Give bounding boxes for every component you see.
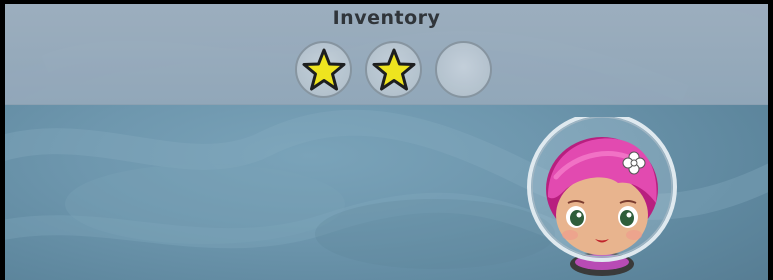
inventory-title: Inventory — [332, 7, 441, 29]
inventory-slot-2[interactable] — [365, 41, 422, 98]
inventory-panel: Inventory — [5, 4, 768, 105]
inventory-slots — [295, 41, 495, 103]
inventory-slot-3-empty[interactable] — [435, 41, 492, 98]
inventory-slot-1[interactable] — [295, 41, 352, 98]
astronaut-girl-avatar[interactable] — [526, 117, 678, 280]
star-icon — [372, 48, 416, 91]
star-icon — [302, 48, 346, 91]
game-stage[interactable]: Inventory — [5, 4, 768, 280]
